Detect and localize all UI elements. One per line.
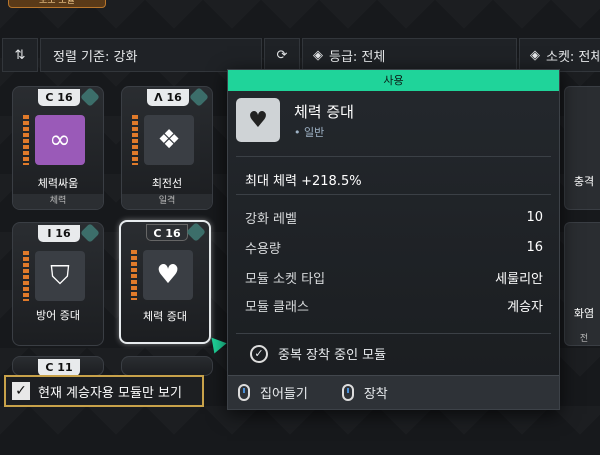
module-card[interactable]: 충격 — [564, 86, 600, 210]
sort-criteria-dropdown[interactable]: 정렬 기준: 강화 — [40, 38, 262, 72]
module-category: 일격 — [122, 194, 212, 209]
stat-row: 모듈 클래스 계승자 — [245, 295, 543, 315]
checkbox-checked-icon: ✓ — [12, 382, 30, 400]
pickup-label: 집어들기 — [260, 387, 308, 402]
socket-filter-dropdown[interactable]: ◈ 소켓: 전체 — [519, 38, 600, 72]
tooltip-effect: 최대 체력 +218.5% — [245, 174, 362, 189]
module-name: 화염 — [573, 307, 595, 320]
equip-label: 장착 — [363, 387, 388, 402]
module-category: 전 — [579, 334, 589, 344]
capacity-badge: I 16 — [38, 225, 80, 242]
grade-filter-dropdown[interactable]: ◈ 등급: 전체 — [302, 38, 517, 72]
module-card[interactable]: C 11 — [12, 356, 104, 376]
pickup-action[interactable]: 집어들기 — [238, 383, 308, 402]
heart-hands-icon: ♥ — [236, 98, 280, 142]
duplicate-equip-notice: ✓ 중복 장착 중인 모듈 — [250, 344, 386, 363]
mouse-left-icon — [238, 384, 250, 401]
stat-label: 모듈 클래스 — [245, 299, 309, 315]
module-card[interactable]: Λ 16 ❖ 최전선 일격 — [121, 86, 213, 210]
stat-row: 강화 레벨 10 — [245, 207, 543, 227]
sort-label: 정렬 기준: 강화 — [53, 49, 138, 65]
filter-label: 현재 계승자용 모듈만 보기 — [38, 385, 182, 401]
stat-row: 수용량 16 — [245, 237, 543, 257]
check-circle-icon: ✓ — [250, 344, 268, 363]
divider — [236, 333, 551, 334]
heart-loop-icon: ∞ — [35, 115, 85, 165]
refresh-icon: ⟳ — [276, 47, 288, 63]
level-stripe — [23, 251, 29, 301]
socket-gem-icon — [80, 223, 100, 243]
level-stripe — [23, 115, 29, 165]
module-name: 체력 증대 — [143, 310, 187, 323]
module-card-selected[interactable]: C 16 ♥ 체력 증대 — [119, 220, 211, 344]
module-category: 체력 — [13, 194, 103, 209]
module-name: 충격 — [573, 175, 595, 188]
socket-gem-icon — [186, 222, 206, 242]
stat-value: 계승자 — [507, 299, 543, 315]
notice-text: 중복 장착 중인 모듈 — [278, 348, 387, 363]
diamond-cross-icon: ❖ — [144, 115, 194, 165]
grade-label: 등급: 전체 — [329, 49, 386, 65]
divider — [236, 194, 551, 195]
mouse-right-icon — [341, 384, 354, 401]
capacity-badge: C 11 — [38, 359, 80, 375]
layers-icon: ◈ — [530, 47, 540, 63]
socket-gem-icon — [80, 87, 100, 107]
module-name: 체력싸움 — [37, 177, 79, 190]
sort-order-button[interactable]: ⇅ — [2, 38, 38, 72]
module-card[interactable]: C 16 ∞ 체력싸움 체력 — [12, 86, 104, 210]
shield-icon: ⛉ — [35, 251, 85, 301]
stat-value: 10 — [526, 209, 543, 225]
level-stripe — [132, 115, 138, 165]
tooltip-actions: 집어들기 장착 — [228, 375, 559, 409]
refresh-button[interactable]: ⟳ — [264, 38, 300, 72]
layers-icon: ◈ — [313, 47, 323, 63]
socket-label: 소켓: 전체 — [546, 49, 600, 65]
module-name: 방어 증대 — [36, 309, 80, 322]
level-stripe — [131, 250, 137, 300]
capacity-badge: C 16 — [146, 224, 188, 241]
stat-label: 수용량 — [245, 241, 281, 257]
socket-gem-icon — [189, 87, 209, 107]
module-name: 최전선 — [151, 177, 183, 190]
top-tab[interactable]: 보조 모듈 — [8, 0, 106, 8]
stat-value: 세룰리안 — [495, 271, 543, 287]
current-descendant-filter-checkbox[interactable]: ✓ 현재 계승자용 모듈만 보기 — [4, 375, 204, 407]
sort-icon: ⇅ — [14, 47, 26, 63]
stat-label: 모듈 소켓 타입 — [245, 271, 326, 287]
capacity-badge: Λ 16 — [147, 89, 189, 106]
equip-action[interactable]: 장착 — [341, 383, 388, 402]
capacity-badge: C 16 — [38, 89, 80, 106]
module-card[interactable]: I 16 ⛉ 방어 증대 — [12, 222, 104, 346]
tooltip-module-tier: • 일반 — [294, 126, 325, 139]
module-tooltip: 사용 ♥ 체력 증대 • 일반 최대 체력 +218.5% 강화 레벨 10 수용… — [227, 69, 560, 410]
stat-label: 강화 레벨 — [245, 211, 297, 227]
module-card[interactable] — [121, 356, 213, 376]
tooltip-module-name: 체력 증대 — [294, 103, 354, 121]
stat-row: 모듈 소켓 타입 세룰리안 — [245, 267, 543, 287]
divider — [236, 156, 551, 157]
tooltip-header: 사용 — [228, 70, 559, 91]
heart-hands-icon: ♥ — [143, 250, 193, 300]
module-card[interactable]: 화염 전 — [564, 222, 600, 346]
stat-value: 16 — [526, 239, 543, 255]
